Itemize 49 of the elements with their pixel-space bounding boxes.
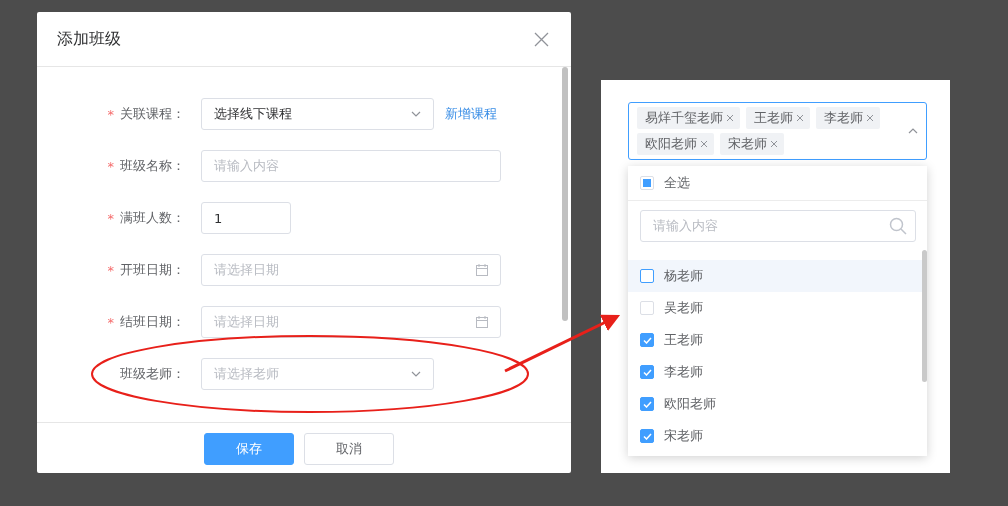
close-icon[interactable]	[770, 140, 778, 148]
add-course-link[interactable]: 新增课程	[445, 105, 497, 123]
required-mark: *	[107, 262, 114, 278]
chevron-icon	[411, 111, 421, 117]
field-label: 关联课程：	[120, 105, 185, 123]
checkbox[interactable]	[640, 397, 654, 411]
scrollbar-thumb[interactable]	[562, 67, 568, 321]
close-icon[interactable]	[534, 31, 549, 47]
checkbox[interactable]	[640, 269, 654, 283]
teacher-tag: 宋老师	[720, 133, 784, 155]
dialog-title: 添加班级	[57, 28, 121, 50]
option-label: 吴老师	[664, 299, 703, 317]
search-icon	[889, 217, 907, 235]
input-field[interactable]: 1	[201, 202, 291, 234]
checkbox[interactable]	[640, 429, 654, 443]
teacher-tag: 李老师	[816, 107, 880, 129]
checkbox[interactable]	[640, 365, 654, 379]
required-mark: *	[107, 210, 114, 226]
option-label: 全选	[664, 174, 690, 192]
chevron-icon	[908, 128, 918, 134]
option-label: 宋老师	[664, 427, 703, 445]
field-label: 结班日期：	[120, 313, 185, 331]
close-icon[interactable]	[726, 114, 734, 122]
cancel-button[interactable]: 取消	[304, 433, 394, 465]
teacher-select[interactable]: 易烊千玺老师 王老师 李老师 欧阳老师 宋老师	[628, 102, 927, 160]
calendar-icon	[476, 264, 488, 276]
teacher-tag: 欧阳老师	[637, 133, 714, 155]
scrollbar-thumb[interactable]	[922, 250, 927, 382]
select-field[interactable]: 选择线下课程	[201, 98, 434, 130]
required-mark: *	[107, 314, 114, 330]
close-icon[interactable]	[700, 140, 708, 148]
teacher-tag: 易烊千玺老师	[637, 107, 740, 129]
calendar-icon	[476, 316, 488, 328]
option-label: 王老师	[664, 331, 703, 349]
close-icon[interactable]	[866, 114, 874, 122]
required-mark: *	[107, 158, 114, 174]
field-label: 开班日期：	[120, 261, 185, 279]
chevron-icon	[411, 371, 421, 377]
option-label: 杨老师	[664, 267, 703, 285]
option-label: 欧阳老师	[664, 395, 716, 413]
field-label: 满班人数：	[120, 209, 185, 227]
field-label: 班级老师：	[120, 365, 185, 383]
option-label: 李老师	[664, 363, 703, 381]
option-row[interactable]: 杨老师	[628, 260, 922, 292]
checkbox[interactable]	[640, 333, 654, 347]
teacher-tag: 王老师	[746, 107, 810, 129]
required-mark: *	[107, 106, 114, 122]
close-icon[interactable]	[796, 114, 804, 122]
field-label: 班级名称：	[120, 157, 185, 175]
